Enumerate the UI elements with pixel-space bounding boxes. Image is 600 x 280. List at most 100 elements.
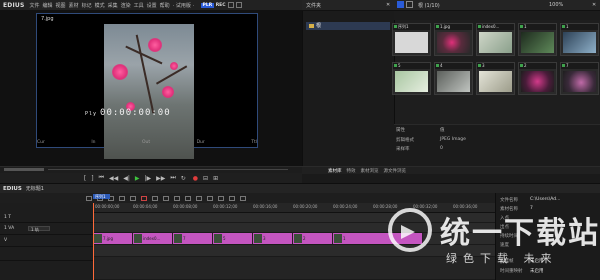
- ruler-tick: 00:00:16;00: [253, 204, 278, 209]
- thumb-label: index0...: [477, 24, 514, 30]
- transport-bar: [ ] ⏮ ◀◀ ◀| ▶ |▶ ▶▶ ⏭ ↻ ● ⊟ ⊞: [0, 173, 302, 183]
- prev-edit-icon[interactable]: ⏮: [99, 174, 104, 182]
- menu-help[interactable]: 帮助: [160, 2, 170, 9]
- tab-clip-browser[interactable]: 素材浏览: [361, 168, 379, 174]
- info-row: 文件名称 C:\Users\Ad...: [500, 197, 560, 203]
- preview-image: [104, 24, 194, 159]
- play-icon[interactable]: ▶: [135, 175, 140, 182]
- cue-row: Cur In Out Dur Ttl: [37, 140, 257, 145]
- loop-icon[interactable]: ↻: [181, 175, 186, 182]
- asset-thumb[interactable]: 3: [476, 62, 515, 95]
- menu-mode[interactable]: 模式: [95, 2, 105, 9]
- timeline-clip[interactable]: 2: [293, 233, 333, 244]
- sequence-tab[interactable]: 序列1: [93, 194, 110, 199]
- step-forward-icon[interactable]: |▶: [144, 175, 151, 182]
- thumb-label: 1.jpg: [435, 24, 472, 30]
- clip-label: index0...: [143, 236, 161, 241]
- rec-button[interactable]: REC: [216, 3, 226, 8]
- ripple-icon[interactable]: [185, 195, 191, 201]
- info-value: C:\Users\Ad...: [530, 197, 561, 202]
- insert-icon[interactable]: ⊟: [203, 175, 208, 182]
- split-icon[interactable]: [196, 195, 202, 201]
- asset-thumb[interactable]: 1: [518, 23, 557, 56]
- menu-clip[interactable]: 素材: [69, 2, 79, 9]
- asset-thumb[interactable]: 1: [560, 23, 599, 56]
- timeline-clip[interactable]: 7.jpg: [93, 233, 133, 244]
- info-key: 时间重映射: [500, 269, 523, 274]
- menu-render[interactable]: 渲染: [121, 2, 131, 9]
- menu-file[interactable]: 文件: [30, 2, 40, 9]
- asset-thumb[interactable]: 序列1: [392, 23, 431, 56]
- thumb-label: 2: [519, 63, 556, 69]
- asset-thumb[interactable]: 4: [434, 62, 473, 95]
- info-row: 时间重映射 未启用: [500, 268, 544, 274]
- cue-in: In: [91, 140, 96, 145]
- record-icon[interactable]: ●: [193, 175, 198, 182]
- menu-view[interactable]: 视图: [56, 2, 66, 9]
- clip-thumb: [214, 234, 222, 243]
- asset-close-icon[interactable]: ✕: [592, 2, 596, 8]
- track-header[interactable]: 1 VA 1 轨: [0, 223, 93, 235]
- tab-library[interactable]: 素材库: [328, 168, 342, 174]
- delete-icon[interactable]: [174, 195, 180, 201]
- ruler-tick: 00:00:24;00: [333, 204, 358, 209]
- track-header[interactable]: V: [0, 235, 93, 247]
- track-name: 1 VA: [4, 226, 15, 231]
- menu-marker[interactable]: 标记: [82, 2, 92, 9]
- menu-edit[interactable]: 编辑: [43, 2, 53, 9]
- menu-tools[interactable]: 工具: [134, 2, 144, 9]
- asset-thumb[interactable]: index0...: [476, 23, 515, 56]
- thumb-label: 5: [393, 63, 430, 69]
- timeline-clip[interactable]: 3: [253, 233, 293, 244]
- asset-thumb[interactable]: 1.jpg: [434, 23, 473, 56]
- step-back-icon[interactable]: ◀|: [123, 175, 130, 182]
- timeline-clip[interactable]: 5: [213, 233, 253, 244]
- playhead[interactable]: [93, 203, 94, 280]
- thumb-image: [437, 71, 470, 92]
- tabs-pad: [302, 174, 600, 183]
- thumbnail-grid: 序列1 1.jpg index0... 1 1 5 4 3 2 7: [392, 23, 599, 95]
- render-icon[interactable]: [229, 195, 235, 201]
- asset-thumb[interactable]: 7: [560, 62, 599, 95]
- cut-icon[interactable]: [141, 195, 147, 201]
- marker-icon[interactable]: [207, 195, 213, 201]
- bin-folder-root[interactable]: 根: [306, 22, 390, 30]
- plr-button[interactable]: PLR: [201, 2, 214, 8]
- window-icon[interactable]: [235, 2, 242, 8]
- overwrite-icon[interactable]: ⊞: [213, 175, 218, 182]
- folder-up-icon[interactable]: [406, 1, 413, 8]
- undo-icon[interactable]: [119, 195, 125, 201]
- menu-capture[interactable]: 采集: [108, 2, 118, 9]
- close-icon[interactable]: ✕: [386, 2, 390, 8]
- menu-settings[interactable]: 设置: [147, 2, 157, 9]
- position-bar[interactable]: [48, 169, 288, 170]
- bin-view-icon[interactable]: [397, 1, 404, 8]
- set-in-icon[interactable]: [: [84, 175, 86, 182]
- tab-effects[interactable]: 特效: [347, 168, 356, 174]
- properties-panel: [394, 124, 600, 166]
- asset-thumb[interactable]: 2: [518, 62, 557, 95]
- redo-icon[interactable]: [130, 195, 136, 201]
- settings-icon[interactable]: [240, 195, 246, 201]
- next-edit-icon[interactable]: ⏭: [170, 174, 175, 182]
- thumb-image: [395, 71, 428, 92]
- prop-value: JPEG Image: [440, 137, 466, 142]
- rewind-icon[interactable]: ◀◀: [109, 175, 118, 182]
- track-dropdown[interactable]: 1 轨: [28, 226, 50, 232]
- thumb-label: 序列1: [393, 24, 430, 30]
- timeline-clip[interactable]: 7: [173, 233, 213, 244]
- mode-icon[interactable]: [86, 195, 92, 201]
- timeline-clip[interactable]: index0...: [133, 233, 173, 244]
- paste-icon[interactable]: [163, 195, 169, 201]
- tab-source-browser[interactable]: 源文件浏览: [384, 168, 407, 174]
- copy-icon[interactable]: [152, 195, 158, 201]
- layout-icon[interactable]: [227, 2, 234, 8]
- set-out-icon[interactable]: ]: [91, 175, 93, 182]
- track-header[interactable]: 1 T: [0, 213, 93, 223]
- mixer-icon[interactable]: [218, 195, 224, 201]
- fast-forward-icon[interactable]: ▶▶: [156, 175, 165, 182]
- asset-thumb[interactable]: 5: [392, 62, 431, 95]
- prop-key: 属性: [396, 128, 405, 133]
- jog-slider[interactable]: [4, 168, 44, 171]
- track-header[interactable]: [0, 247, 93, 261]
